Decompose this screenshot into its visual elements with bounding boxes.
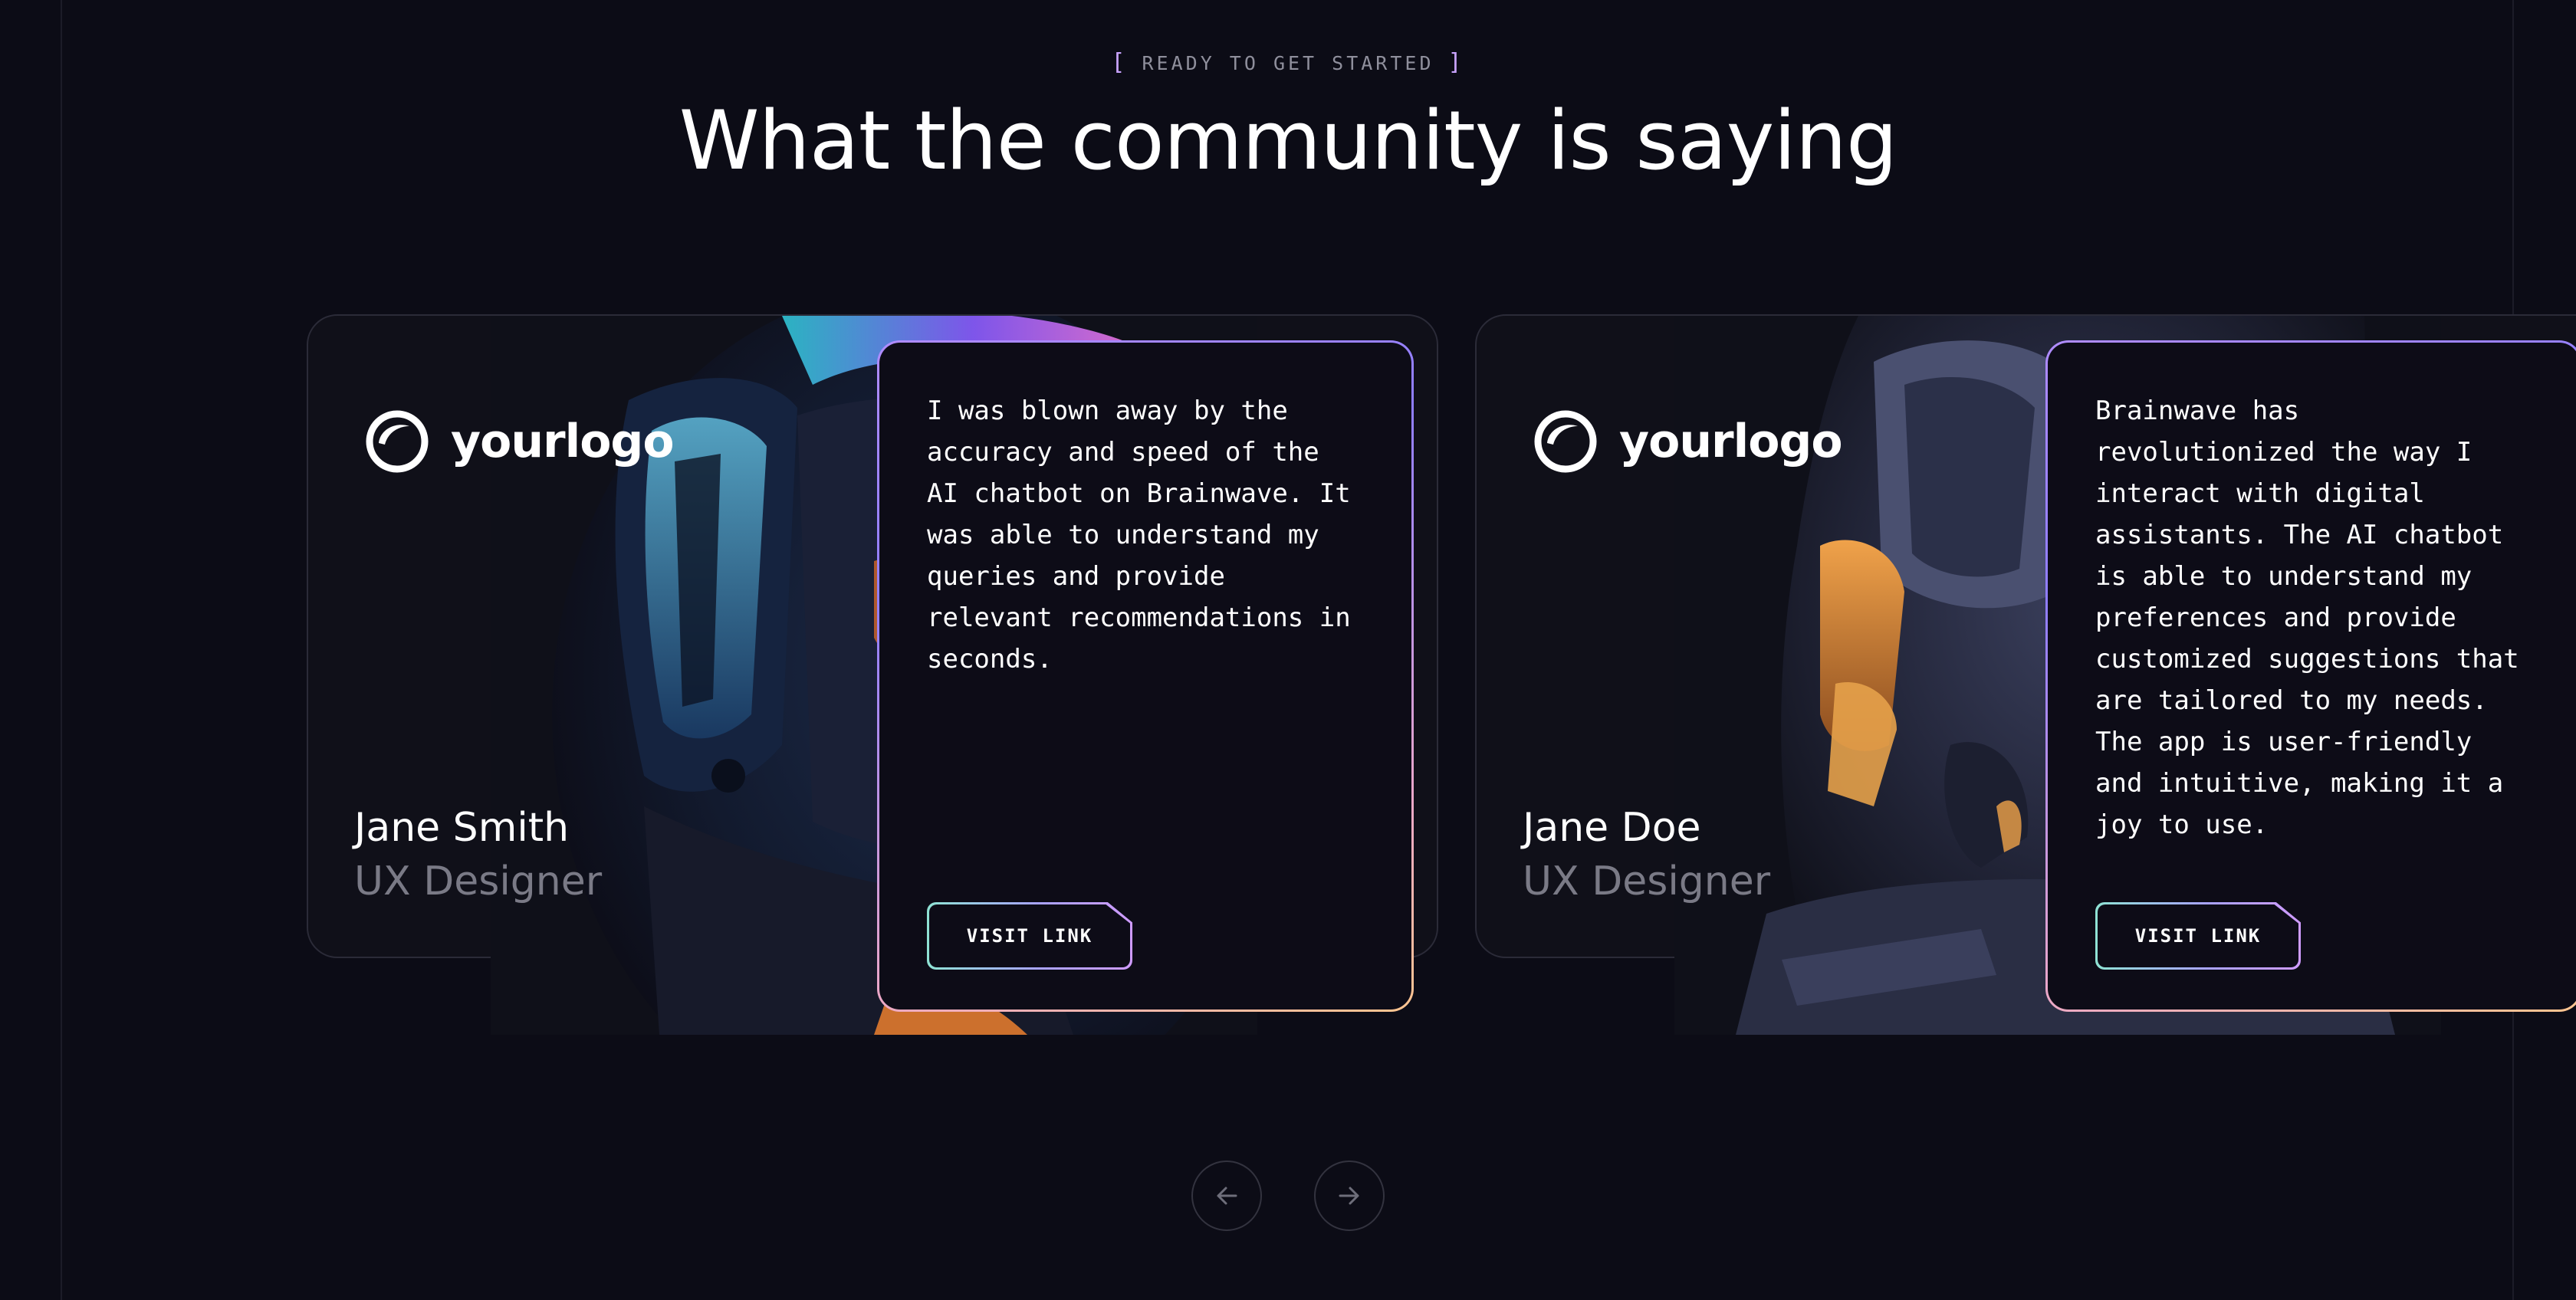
testimonial-card: yourlogo Jane Doe UX Designer Brainwave … (1475, 314, 2576, 1035)
eyebrow-bracket-open: [ (1111, 49, 1129, 76)
author-name: Jane Doe (1523, 805, 1701, 851)
frame-divider-left (61, 0, 62, 1300)
eyebrow-bracket-close: ] (1447, 49, 1465, 76)
quote-panel: Brainwave has revolutionized the way I i… (2045, 340, 2576, 1012)
company-logo: yourlogo (365, 409, 675, 474)
author-role: UX Designer (354, 858, 603, 904)
visit-link-button[interactable]: VISIT LINK (2095, 902, 2301, 970)
carousel-next-button[interactable] (1314, 1160, 1385, 1231)
logo-text: yourlogo (451, 415, 675, 468)
author-name: Jane Smith (354, 805, 570, 851)
testimonial-quote: Brainwave has revolutionized the way I i… (2095, 396, 2519, 840)
arrow-left-icon (1217, 1187, 1237, 1205)
author-role: UX Designer (1523, 858, 1771, 904)
logo-mark-icon (1534, 410, 1597, 473)
logo-mark-icon (366, 410, 429, 473)
section-headline: What the community is saying (678, 94, 1898, 188)
company-logo: yourlogo (1533, 409, 1843, 474)
visit-link-label: VISIT LINK (2098, 904, 2298, 967)
eyebrow-text: READY TO GET STARTED (1142, 52, 1434, 74)
testimonial-card: yourlogo Jane Smith UX Designer I was bl… (307, 314, 1438, 1035)
carousel-prev-button[interactable] (1191, 1160, 1262, 1231)
logo-text: yourlogo (1619, 415, 1843, 468)
arrow-right-icon (1339, 1187, 1359, 1205)
testimonial-quote: I was blown away by the accuracy and spe… (927, 396, 1351, 675)
quote-panel: I was blown away by the accuracy and spe… (877, 340, 1414, 1012)
section-eyebrow: [ READY TO GET STARTED] (0, 49, 2576, 76)
visit-link-label: VISIT LINK (929, 904, 1130, 967)
visit-link-button[interactable]: VISIT LINK (927, 902, 1132, 970)
